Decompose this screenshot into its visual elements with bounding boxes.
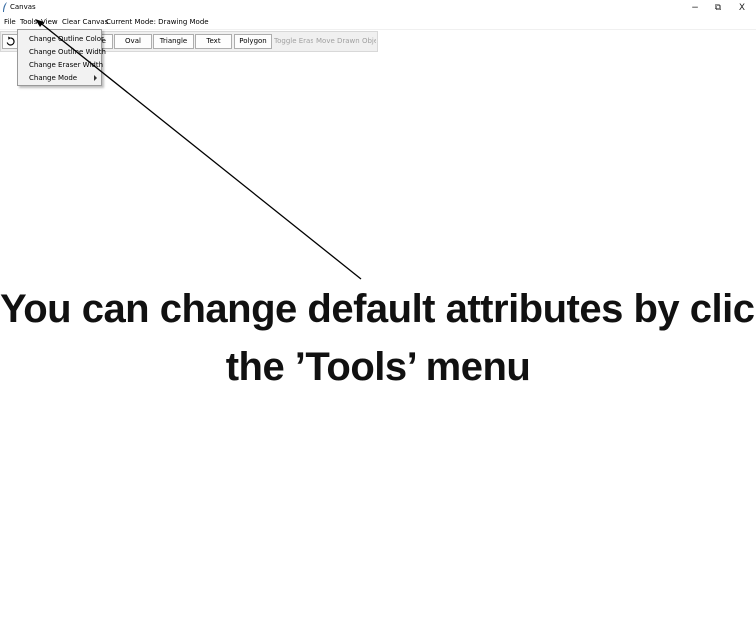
menu-item-change-eraser-width[interactable]: Change Eraser Width [29, 59, 103, 71]
move-drawn-objects-button[interactable]: Move Drawn Objects [315, 34, 377, 49]
menu-item-change-mode[interactable]: Change Mode [29, 72, 77, 84]
caption-line-1: You can change default attributes by cli… [0, 287, 756, 331]
caption-line-2: the ’Tools’ menu [225, 345, 531, 389]
triangle-button[interactable]: Triangle [153, 34, 194, 49]
menu-clear-canvas[interactable]: Clear Canvas [62, 17, 108, 28]
undo-icon [6, 36, 15, 46]
tools-dropdown-menu: Change Outline Color Change Outline Widt… [17, 29, 106, 86]
toggle-eraser-button[interactable]: Toggle Eraser [273, 34, 314, 49]
feather-icon [3, 2, 7, 12]
menu-view[interactable]: View [41, 17, 58, 28]
menu-file[interactable]: File [4, 17, 16, 28]
menu-tools[interactable]: Tools [20, 17, 37, 28]
restore-button[interactable]: ⧉ [707, 0, 729, 16]
text-button[interactable]: Text [195, 34, 232, 49]
title-bar: Canvas − ⧉ X [0, 0, 756, 16]
menu-item-change-outline-width[interactable]: Change Outline Width [29, 46, 106, 58]
close-button[interactable]: X [731, 0, 753, 16]
polygon-button[interactable]: Polygon [234, 34, 272, 49]
window-title: Canvas [10, 3, 36, 11]
submenu-arrow-icon [94, 75, 97, 81]
menu-item-change-outline-color[interactable]: Change Outline Color [29, 33, 104, 45]
annotation-caption: You can change default attributes by cli… [0, 280, 756, 396]
minimize-button[interactable]: − [684, 0, 706, 16]
canvas-app-window: Canvas − ⧉ X File Tools View Clear Canva… [0, 0, 756, 627]
menu-bar: File Tools View Clear Canvas Current Mod… [0, 16, 756, 30]
current-mode-label: Current Mode: Drawing Mode [106, 18, 209, 26]
oval-button[interactable]: Oval [114, 34, 152, 49]
